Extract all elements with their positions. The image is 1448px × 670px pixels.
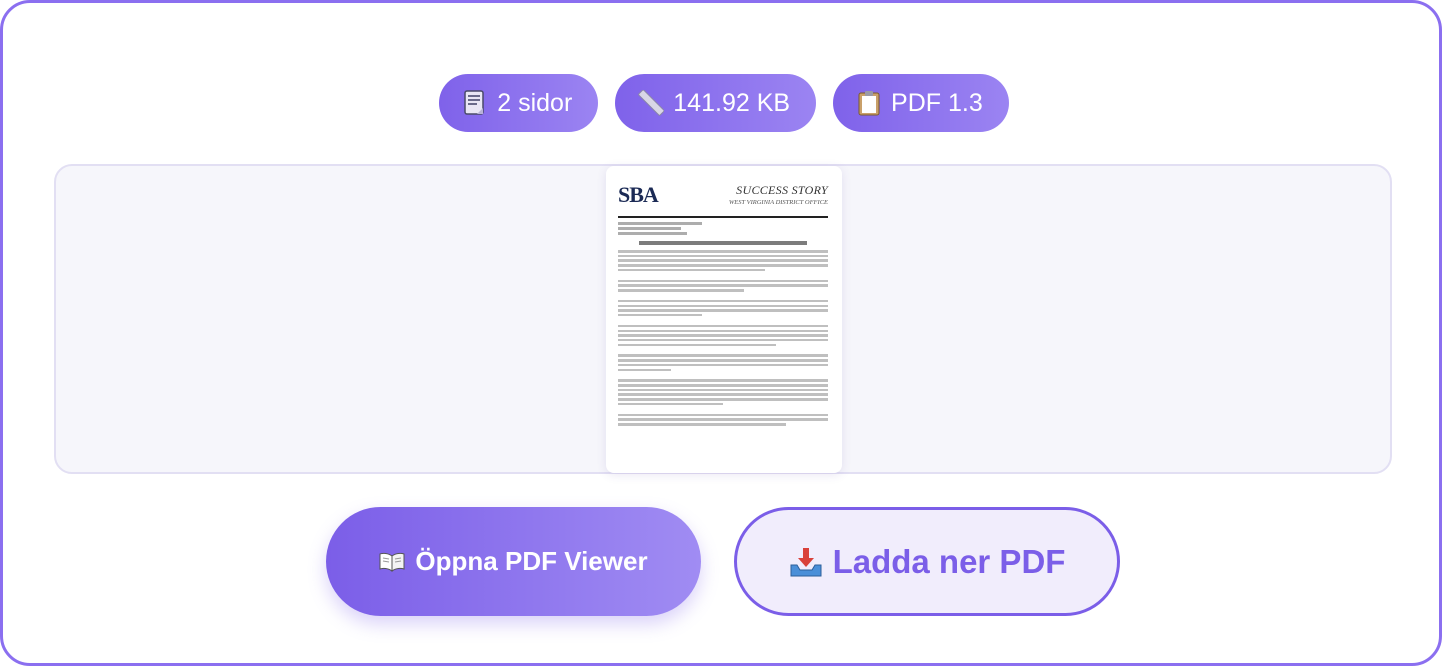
- page-icon: [461, 89, 489, 117]
- book-icon: [379, 552, 405, 572]
- pdf-info-card: 2 sidor 141.92 KB PDF 1.3 SBA SUCCESS ST…: [0, 0, 1442, 666]
- pdf-version-label: PDF 1.3: [891, 88, 983, 117]
- document-heading: SUCCESS STORY: [736, 183, 828, 197]
- pdf-metadata-badges: 2 sidor 141.92 KB PDF 1.3: [3, 74, 1445, 132]
- file-size-badge: 141.92 KB: [615, 74, 817, 132]
- page-count-label: 2 sidor: [497, 88, 573, 117]
- file-size-label: 141.92 KB: [673, 88, 791, 117]
- pdf-preview-area: SBA SUCCESS STORY WEST VIRGINIA DISTRICT…: [54, 164, 1392, 474]
- ruler-icon: [637, 89, 665, 117]
- open-pdf-viewer-button[interactable]: Öppna PDF Viewer: [326, 507, 701, 616]
- document-subheading: WEST VIRGINIA DISTRICT OFFICE: [728, 199, 828, 207]
- download-pdf-button[interactable]: Ladda ner PDF: [734, 507, 1120, 616]
- clipboard-icon: [855, 89, 883, 117]
- header-rule: [618, 216, 828, 218]
- inbox-tray-icon: [789, 545, 823, 579]
- sba-logo: SBA: [618, 182, 659, 207]
- pdf-version-badge: PDF 1.3: [833, 74, 1009, 132]
- open-pdf-viewer-label: Öppna PDF Viewer: [415, 546, 648, 576]
- page-count-badge: 2 sidor: [439, 74, 599, 132]
- download-pdf-label: Ladda ner PDF: [832, 542, 1066, 580]
- pdf-page-thumbnail[interactable]: SBA SUCCESS STORY WEST VIRGINIA DISTRICT…: [606, 166, 842, 473]
